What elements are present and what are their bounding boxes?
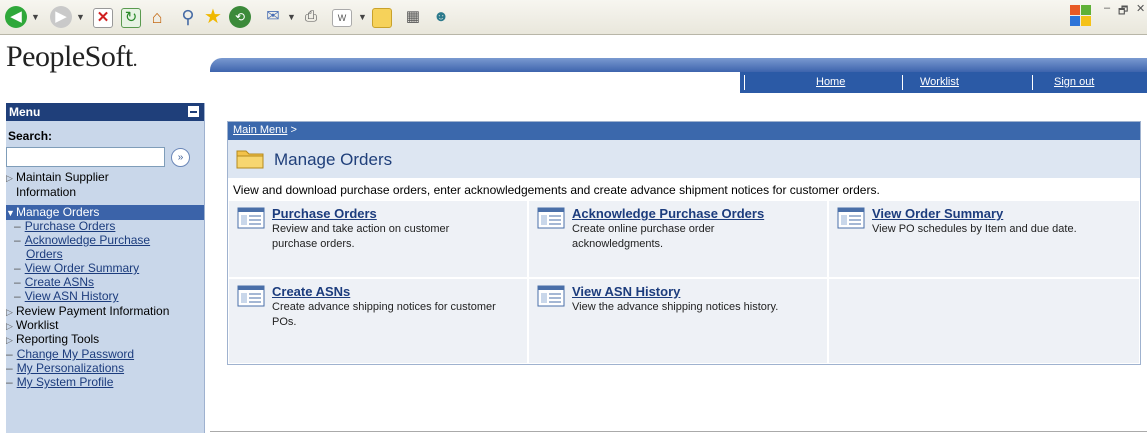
- search-label: Search:: [8, 129, 53, 143]
- edit-word-icon[interactable]: W: [332, 9, 352, 27]
- windows-logo-icon: [1070, 5, 1092, 27]
- tile-purchase-orders: Purchase Orders Review and take action o…: [228, 200, 528, 278]
- tile-link-purchase-orders[interactable]: Purchase Orders: [272, 206, 377, 221]
- bottom-divider: [210, 431, 1147, 432]
- collapse-menu-icon[interactable]: [188, 106, 199, 117]
- menu-search-input[interactable]: [6, 147, 165, 167]
- restore-icon[interactable]: 🗗: [1118, 2, 1128, 21]
- menu-title: Menu: [9, 105, 41, 119]
- tile-description: View the advance shipping notices histor…: [572, 301, 779, 313]
- menu-item-review-payment-information[interactable]: ▷ Review Payment Information: [6, 304, 204, 319]
- history-icon[interactable]: ⟲: [229, 6, 251, 28]
- header-nav: Home Worklist Sign out: [740, 72, 1147, 93]
- submenu-create-asns[interactable]: – Create ASNs: [14, 275, 94, 289]
- mail-dropdown-icon[interactable]: ▼: [287, 12, 296, 22]
- messenger-icon[interactable]: ☻: [430, 6, 452, 28]
- back-icon[interactable]: ◀: [5, 6, 27, 28]
- tile-link-view-asn-history[interactable]: View ASN History: [572, 284, 680, 299]
- back-dropdown-icon[interactable]: ▼: [31, 12, 40, 22]
- tile-empty: [828, 278, 1140, 364]
- research-icon[interactable]: ▦: [402, 6, 424, 28]
- tile-description: Create online purchase order acknowledgme…: [572, 223, 715, 250]
- search-go-icon[interactable]: »: [171, 148, 190, 167]
- breadcrumb-separator: >: [290, 124, 297, 136]
- expand-arrow-icon: ▷: [6, 307, 13, 317]
- menu-item-maintain-supplier-information[interactable]: ▷ Maintain Supplier Information: [6, 170, 204, 199]
- tile-acknowledge-purchase-orders: Acknowledge Purchase Orders Create onlin…: [528, 200, 828, 278]
- print-icon[interactable]: ⎙: [300, 6, 322, 28]
- edit-dropdown-icon[interactable]: ▼: [358, 12, 367, 22]
- peoplesoft-logo: PeopleSoft.: [6, 40, 138, 74]
- logo-dot: .: [132, 49, 138, 71]
- tile-description: View PO schedules by Item and due date.: [872, 223, 1077, 235]
- nav-separator: [744, 75, 745, 90]
- nav-separator: [1032, 75, 1033, 90]
- tile-view-order-summary: View Order Summary View PO schedules by …: [828, 200, 1140, 278]
- page-title-bar: Manage Orders: [228, 140, 1140, 178]
- expand-arrow-icon: ▷: [6, 173, 13, 183]
- tile-create-asns: Create ASNs Create advance shipping noti…: [228, 278, 528, 364]
- menu-item-manage-orders[interactable]: ▼Manage Orders: [6, 205, 204, 220]
- search-icon[interactable]: ⚲: [177, 6, 199, 28]
- task-tiles: Purchase Orders Review and take action o…: [228, 200, 1140, 364]
- menu-item-worklist[interactable]: ▷ Worklist: [6, 318, 204, 333]
- close-window-icon[interactable]: ✕: [1136, 2, 1145, 15]
- tile-link-create-asns[interactable]: Create ASNs: [272, 284, 350, 299]
- mail-icon[interactable]: ✉: [262, 6, 284, 28]
- home-link[interactable]: Home: [816, 76, 845, 88]
- page-description: View and download purchase orders, enter…: [233, 183, 880, 197]
- menu-panel: Menu Search: » ▷ Maintain Supplier Inform…: [6, 103, 205, 433]
- forward-icon[interactable]: ▶: [50, 6, 72, 28]
- folder-icon: [236, 150, 264, 169]
- menu-item-reporting-tools[interactable]: ▷ Reporting Tools: [6, 332, 204, 347]
- forward-dropdown-icon[interactable]: ▼: [76, 12, 85, 22]
- worklist-link[interactable]: Worklist: [920, 76, 959, 88]
- header-band: [210, 58, 1147, 72]
- breadcrumb: Main Menu >: [233, 124, 297, 136]
- link-my-personalizations[interactable]: – My Personalizations: [6, 361, 124, 375]
- submenu-acknowledge-purchase-orders-line2[interactable]: Orders: [26, 247, 63, 261]
- submenu-view-asn-history[interactable]: – View ASN History: [14, 289, 119, 303]
- tile-description: Review and take action on customer purcha…: [272, 223, 450, 250]
- submenu-view-order-summary[interactable]: – View Order Summary: [14, 261, 139, 275]
- menu-header: Menu: [6, 103, 204, 121]
- nav-separator: [902, 75, 903, 90]
- search-row: »: [6, 147, 204, 169]
- browser-toolbar: ◀ ▼ ▶ ▼ ✕ ↻ ⌂ ⚲ ★ ⟲ ✉ ▼ ⎙ W ▼ ▦ ☻ – 🗗 ✕: [0, 0, 1147, 35]
- collapse-arrow-icon: ▼: [6, 208, 15, 218]
- page-icon: [837, 207, 865, 229]
- tile-view-asn-history: View ASN History View the advance shippi…: [528, 278, 828, 364]
- minimize-icon[interactable]: –: [1104, 2, 1110, 14]
- link-change-my-password[interactable]: – Change My Password: [6, 347, 134, 361]
- page-icon: [537, 285, 565, 307]
- home-icon[interactable]: ⌂: [146, 6, 168, 28]
- logo-text: PeopleSoft: [6, 40, 133, 73]
- expand-arrow-icon: ▷: [6, 335, 13, 345]
- sign-out-link[interactable]: Sign out: [1054, 76, 1094, 88]
- breadcrumb-bar: Main Menu >: [228, 122, 1140, 140]
- submenu-acknowledge-purchase-orders[interactable]: – Acknowledge Purchase: [14, 233, 150, 247]
- page-title: Manage Orders: [274, 150, 393, 169]
- discuss-icon[interactable]: [372, 8, 392, 28]
- page-icon: [537, 207, 565, 229]
- refresh-icon[interactable]: ↻: [121, 8, 141, 28]
- breadcrumb-main-menu[interactable]: Main Menu: [233, 124, 287, 136]
- manage-orders-panel: Main Menu > Manage Orders View and downl…: [227, 121, 1141, 365]
- favorites-icon[interactable]: ★: [202, 6, 224, 28]
- page-icon: [237, 285, 265, 307]
- tile-link-view-order-summary[interactable]: View Order Summary: [872, 206, 1003, 221]
- expand-arrow-icon: ▷: [6, 321, 13, 331]
- page-icon: [237, 207, 265, 229]
- stop-icon[interactable]: ✕: [93, 8, 113, 28]
- tile-link-acknowledge-purchase-orders[interactable]: Acknowledge Purchase Orders: [572, 206, 764, 221]
- submenu-purchase-orders[interactable]: – Purchase Orders: [14, 219, 115, 233]
- link-my-system-profile[interactable]: – My System Profile: [6, 375, 113, 389]
- tile-description: Create advance shipping notices for cust…: [272, 301, 496, 328]
